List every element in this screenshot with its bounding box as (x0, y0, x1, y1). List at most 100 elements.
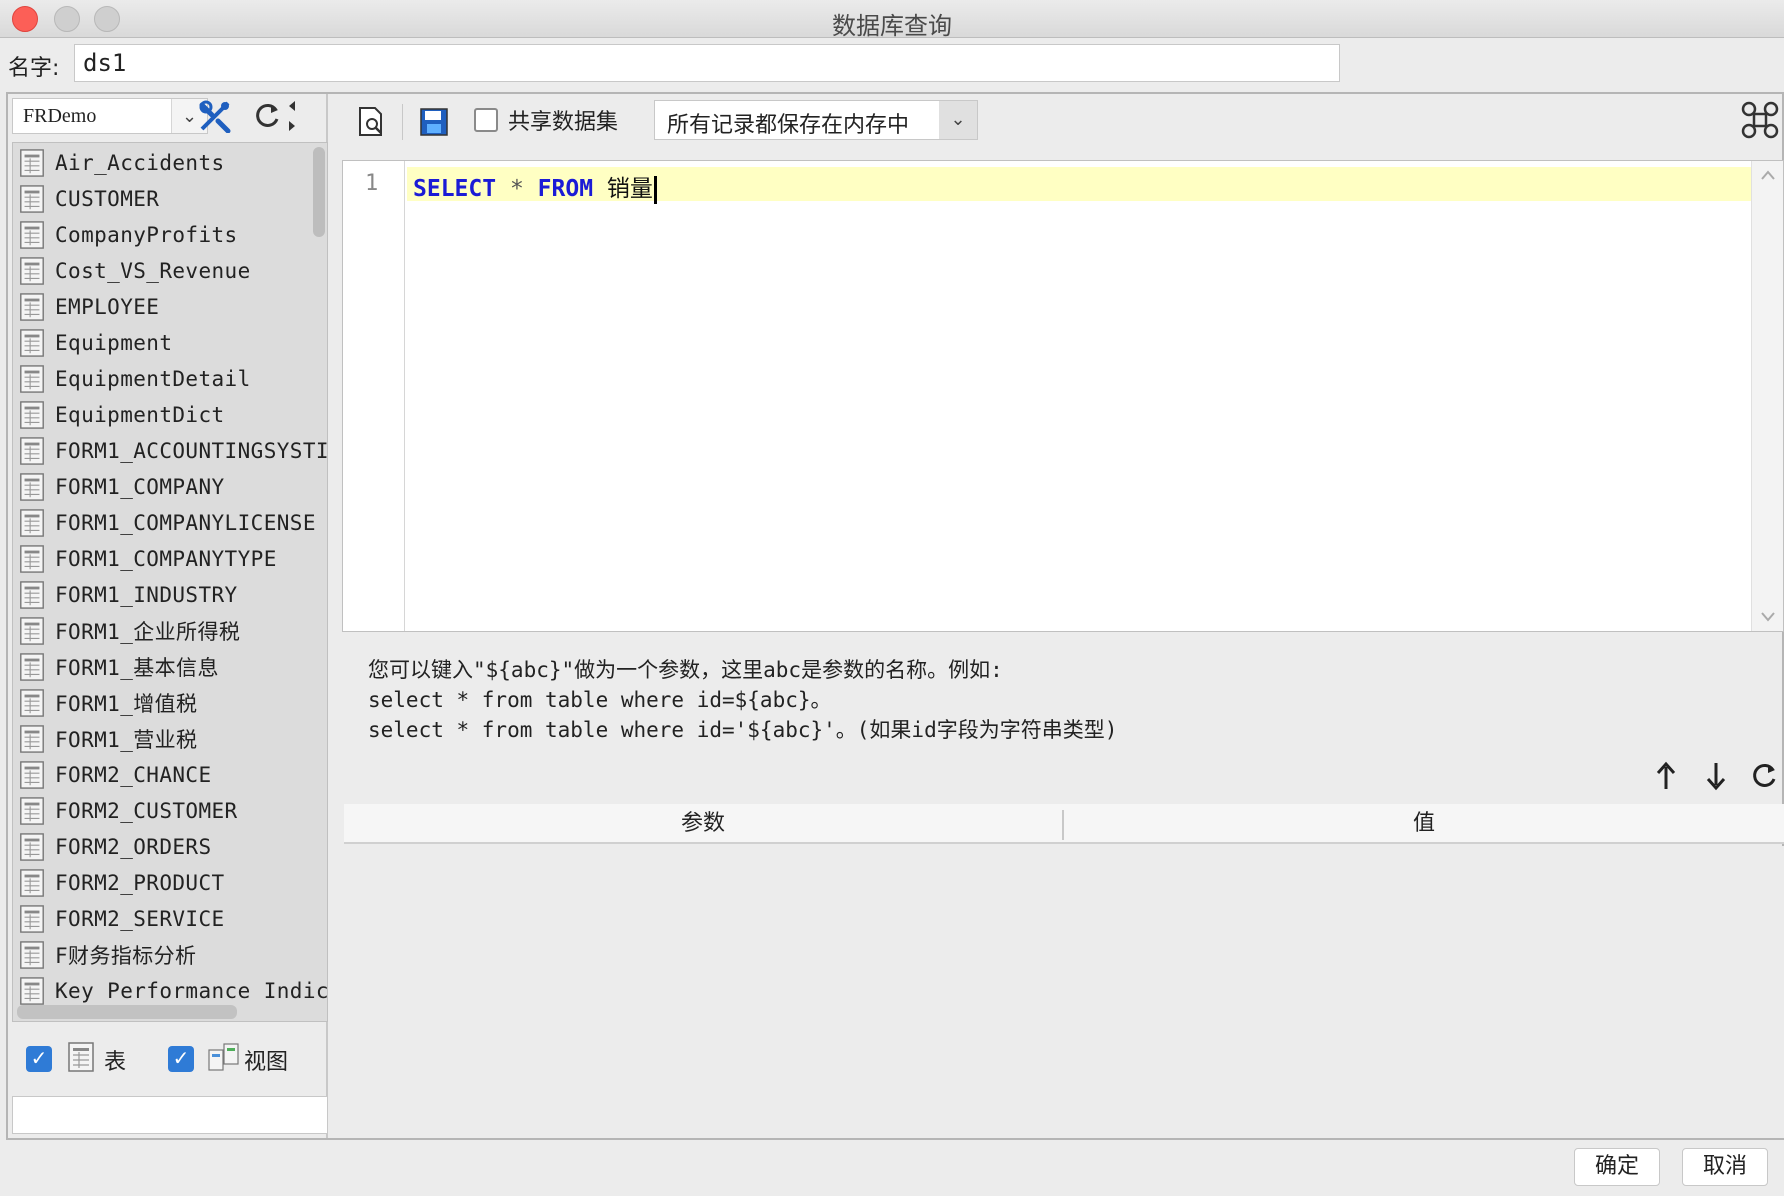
table-icon (20, 797, 44, 825)
move-up-button[interactable] (1646, 756, 1686, 796)
connection-settings-button[interactable] (192, 96, 238, 136)
table-icon (20, 653, 44, 681)
table-tree-item-label: FORM2_PRODUCT (55, 871, 225, 895)
table-icon (20, 941, 44, 969)
chevron-down-icon[interactable]: ⌄ (939, 101, 977, 139)
table-tree-item[interactable]: FORM1_基本信息 (13, 649, 327, 685)
table-icon (20, 149, 44, 177)
table-tree-item-label: FORM1_ACCOUNTINGSYSTI (55, 439, 328, 463)
filter-row: ✓ 表 ✓ 视图 (12, 1028, 328, 1092)
table-filter-checkbox[interactable]: ✓ (26, 1046, 52, 1072)
command-key-icon[interactable] (1740, 100, 1780, 140)
table-tree-item[interactable]: FORM2_CHANCE (13, 757, 327, 793)
view-filter-checkbox[interactable]: ✓ (168, 1046, 194, 1072)
arrow-down-icon (1706, 763, 1726, 791)
table-icon (68, 1042, 94, 1072)
table-tree-item[interactable]: FORM1_COMPANY (13, 469, 327, 505)
table-tree-item-label: Cost_VS_Revenue (55, 259, 251, 283)
table-tree-item[interactable]: CUSTOMER (13, 181, 327, 217)
table-tree-item[interactable]: CompanyProfits (13, 217, 327, 253)
table-icon (20, 869, 44, 897)
dataset-name-input[interactable]: ds1 (74, 44, 1340, 82)
hint-line-2: select * from table where id=${abc}。 (368, 688, 832, 712)
left-search-box[interactable] (12, 1096, 328, 1134)
table-tree-item-label: FORM1_INDUSTRY (55, 583, 238, 607)
table-tree-item[interactable]: Key Performance Indic: (13, 973, 327, 1009)
table-tree-item[interactable]: FORM2_SERVICE (13, 901, 327, 937)
memory-mode-select[interactable]: 所有记录都保存在内存中 ⌄ (654, 100, 978, 140)
table-icon (20, 977, 44, 1005)
table-tree-item[interactable]: FORM2_PRODUCT (13, 865, 327, 901)
cancel-button[interactable]: 取消 (1682, 1148, 1768, 1186)
save-button[interactable] (414, 96, 454, 148)
table-icon (20, 221, 44, 249)
text-caret (653, 175, 657, 204)
table-tree-item[interactable]: Air_Accidents (13, 145, 327, 181)
scroll-down-icon[interactable] (1760, 611, 1776, 623)
view-icon (208, 1043, 239, 1071)
table-icon (20, 545, 44, 573)
table-tree-item[interactable]: FORM1_COMPANYTYPE (13, 541, 327, 577)
hint-line-1: 您可以键入"${abc}"做为一个参数，这里abc是参数的名称。例如: (368, 658, 1003, 682)
table-tree-item[interactable]: FORM1_ACCOUNTINGSYSTI (13, 433, 327, 469)
table-tree-item[interactable]: F财务指标分析 (13, 937, 327, 973)
sql-editor[interactable]: 1 SELECT * FROM 销量 (342, 160, 1784, 632)
table-tree-item[interactable]: FORM1_营业税 (13, 721, 327, 757)
table-tree-item-label: CUSTOMER (55, 187, 160, 211)
scroll-up-icon[interactable] (1760, 169, 1776, 181)
sql-code[interactable]: SELECT * FROM 销量 (413, 169, 657, 204)
sql-table-name: 销量 (606, 176, 653, 202)
collapse-panel-button[interactable] (284, 96, 300, 136)
table-icon (20, 329, 44, 357)
table-tree-item[interactable]: FORM1_COMPANYLICENSE (13, 505, 327, 541)
table-tree-item[interactable]: FORM1_企业所得税 (13, 613, 327, 649)
table-icon (20, 581, 44, 609)
table-tree-item[interactable]: FORM1_增值税 (13, 685, 327, 721)
table-icon (20, 509, 44, 537)
ok-button[interactable]: 确定 (1574, 1148, 1660, 1186)
table-tree-item-label: Key Performance Indic: (55, 979, 328, 1003)
table-tree-item-label: FORM1_COMPANY (55, 475, 225, 499)
table-tree-item-label: FORM1_COMPANYTYPE (55, 547, 277, 571)
table-icon (20, 833, 44, 861)
table-tree-item[interactable]: Cost_VS_Revenue (13, 253, 327, 289)
editor-scrollbar[interactable] (1751, 161, 1783, 631)
table-tree-item[interactable]: FORM1_INDUSTRY (13, 577, 327, 613)
table-tree-item[interactable]: FORM2_ORDERS (13, 829, 327, 865)
table-icon (20, 473, 44, 501)
refresh-icon (256, 103, 279, 127)
table-tree-item-label: EMPLOYEE (55, 295, 160, 319)
param-column-header[interactable]: 参数 (344, 804, 1062, 844)
arrow-up-icon (1656, 761, 1676, 789)
scrollbar-thumb[interactable] (313, 147, 325, 237)
table-tree-item[interactable]: EMPLOYEE (13, 289, 327, 325)
table-icon (20, 761, 44, 789)
table-tree-item-label: FORM2_CHANCE (55, 763, 212, 787)
preview-icon (359, 107, 382, 136)
query-dialog: 数据库查询 名字: ds1 FRDemo ⌄ Air_Accidents CUS… (0, 0, 1784, 1196)
sql-keyword-from: FROM (537, 176, 594, 202)
share-dataset-checkbox[interactable] (474, 108, 498, 132)
table-tree-item[interactable]: Equipment (13, 325, 327, 361)
table-icon (20, 725, 44, 753)
value-column-header[interactable]: 值 (1064, 804, 1784, 844)
table-tree-item-label: FORM1_企业所得税 (55, 620, 241, 644)
table-icon (20, 293, 44, 321)
tree-horizontal-scrollbar[interactable] (17, 1005, 237, 1019)
table-tree-item-label: FORM1_营业税 (55, 728, 198, 752)
table-icon (20, 689, 44, 717)
table-tree-item[interactable]: FORM2_CUSTOMER (13, 793, 327, 829)
preview-button[interactable] (352, 96, 392, 148)
refresh-icon (1753, 763, 1776, 787)
table-tree-item-label: FORM2_SERVICE (55, 907, 225, 931)
tree-vertical-scrollbar[interactable] (311, 147, 325, 967)
refresh-params-button[interactable] (1744, 756, 1784, 796)
move-down-button[interactable] (1696, 756, 1736, 796)
database-select[interactable]: FRDemo ⌄ (12, 98, 208, 134)
table-filter-label: 表 (104, 1050, 127, 1075)
database-select-value: FRDemo (23, 105, 97, 127)
table-tree-item-label: Air_Accidents (55, 151, 225, 175)
table-tree-item[interactable]: EquipmentDetail (13, 361, 327, 397)
collapse-arrows-icon (289, 101, 295, 131)
table-tree-item[interactable]: EquipmentDict (13, 397, 327, 433)
